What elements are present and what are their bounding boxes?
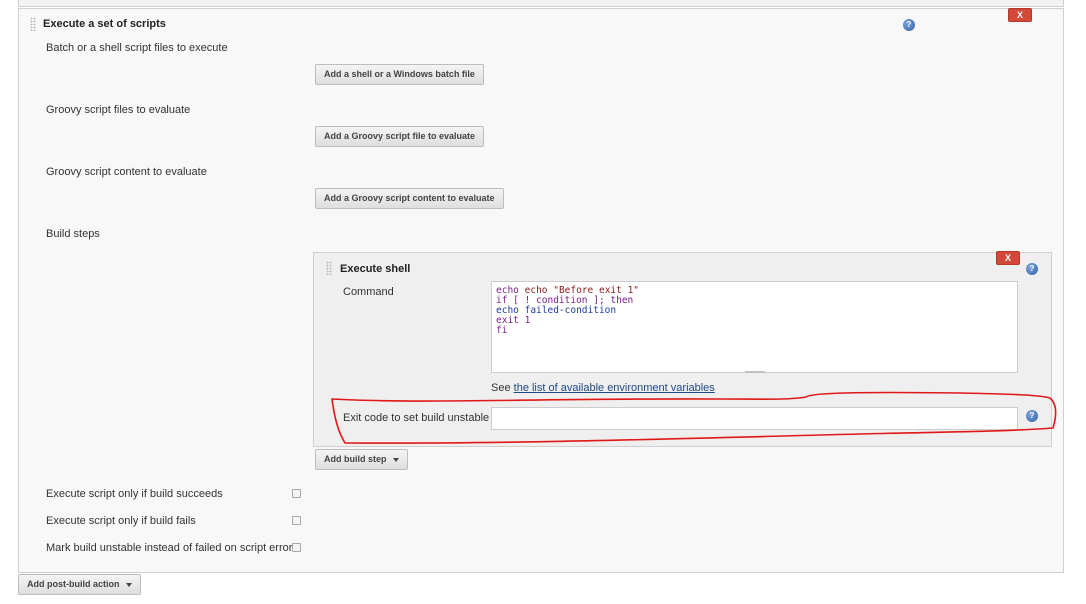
red-annotation-outline (331, 391, 1057, 444)
